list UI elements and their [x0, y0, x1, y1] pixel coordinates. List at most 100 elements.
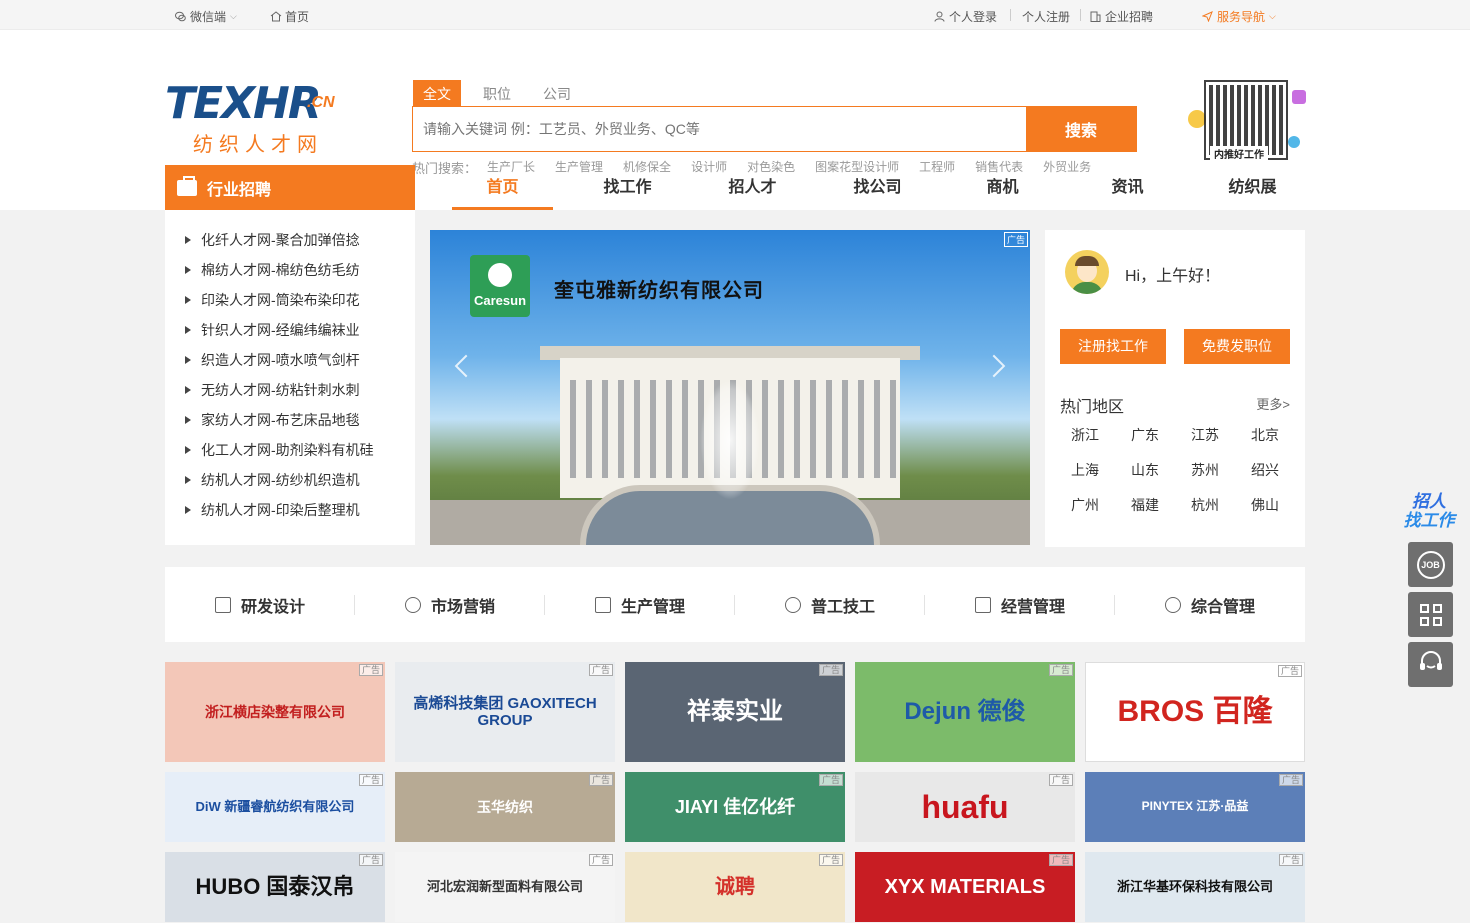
company-ad[interactable]: 河北宏润新型面料有限公司 广告 [395, 852, 615, 922]
wechat-label: 微信端 [190, 10, 227, 24]
company-ad[interactable]: JIAYI 佳亿化纤 广告 [625, 772, 845, 842]
ad-tag: 广告 [818, 774, 843, 786]
job-float-button[interactable]: JOB [1408, 542, 1453, 587]
category-item[interactable]: 家纺人才网-布艺床品地毯 [165, 408, 415, 438]
logo-domain: .CN [307, 94, 335, 111]
banner-carousel[interactable]: 广告 Caresun 奎屯雅新纺织有限公司 [430, 230, 1030, 545]
qrcode-float-button[interactable] [1408, 592, 1453, 637]
search-button[interactable]: 搜索 [1026, 107, 1136, 151]
customer-service-button[interactable] [1408, 642, 1453, 687]
area-item[interactable]: 杭州 [1175, 495, 1235, 515]
more-link[interactable]: 更多> [1256, 394, 1290, 413]
jobcat-label: 经营管理 [1000, 598, 1065, 616]
ad-tag: 广告 [588, 664, 613, 676]
ad-tag: 广告 [358, 664, 383, 676]
area-item[interactable]: 苏州 [1175, 460, 1235, 480]
area-item[interactable]: 广东 [1115, 425, 1175, 445]
post-job-button[interactable]: 免费发职位 [1184, 329, 1290, 364]
area-item[interactable]: 山东 [1115, 460, 1175, 480]
category-item[interactable]: 无纺人才网-纺粘针刺水刺 [165, 378, 415, 408]
area-item[interactable]: 佛山 [1235, 495, 1295, 515]
tab-position[interactable]: 职位 [473, 80, 521, 108]
nav-recruit[interactable]: 招人才 [690, 165, 815, 210]
logo-brand-a: TEX [165, 78, 255, 129]
register-link[interactable]: 个人注册 [1022, 8, 1070, 25]
company-ad[interactable]: PINYTEX 江苏·品益 广告 [1085, 772, 1305, 842]
enterprise-link[interactable]: 企业招聘 [1090, 8, 1153, 25]
search-tabs: 全文 职位 公司 [413, 80, 593, 108]
company-ad[interactable]: BROS 百隆 广告 [1085, 662, 1305, 762]
jobcat-marketing[interactable]: 市场营销 [355, 593, 545, 617]
nav-find-company[interactable]: 找公司 [815, 165, 940, 210]
briefcase-icon [177, 175, 197, 196]
company-ad[interactable]: 玉华纺织 广告 [395, 772, 615, 842]
company-ad[interactable]: Dejun 德俊 广告 [855, 662, 1075, 762]
nav-business[interactable]: 商机 [940, 165, 1065, 210]
company-ad[interactable]: 浙江横店染整有限公司 广告 [165, 662, 385, 762]
nav-news[interactable]: 资讯 [1065, 165, 1190, 210]
ad-tag: 广告 [588, 774, 613, 786]
login-link[interactable]: 个人登录 [934, 8, 997, 25]
category-item[interactable]: 棉纺人才网-棉纺色纺毛纺 [165, 258, 415, 288]
carousel-prev-icon[interactable] [454, 354, 478, 378]
tab-company[interactable]: 公司 [533, 80, 581, 108]
wechat-link[interactable]: 微信端 ⌵ [175, 8, 237, 25]
design-icon [214, 596, 231, 613]
area-item[interactable]: 江苏 [1175, 425, 1235, 445]
ad-tag: 广告 [1277, 665, 1302, 677]
company-ad[interactable]: HUBO 国泰汉帛 广告 [165, 852, 385, 922]
carousel-next-icon[interactable] [982, 354, 1006, 378]
company-ad[interactable]: 祥泰实业 广告 [625, 662, 845, 762]
divider [1010, 9, 1011, 21]
service-nav-menu[interactable]: 服务导航 ⌵ [1201, 8, 1276, 25]
user-icon [934, 11, 945, 22]
category-item[interactable]: 纺机人才网-印染后整理机 [165, 498, 415, 528]
company-ad[interactable]: XYX MATERIALS 广告 [855, 852, 1075, 922]
area-item[interactable]: 浙江 [1055, 425, 1115, 445]
company-ad[interactable]: huafu 广告 [855, 772, 1075, 842]
ad-tag: 广告 [1048, 854, 1073, 866]
ad-tag: 广告 [1048, 774, 1073, 786]
industry-recruit-button[interactable]: 行业招聘 [165, 165, 415, 210]
jobcat-technician[interactable]: 普工技工 [735, 593, 925, 617]
chart-icon [974, 596, 991, 613]
search-input[interactable] [413, 107, 1026, 151]
avatar [1065, 250, 1109, 294]
category-item[interactable]: 化工人才网-助剂染料有机硅 [165, 438, 415, 468]
category-item[interactable]: 印染人才网-筒染布染印花 [165, 288, 415, 318]
jobcat-general[interactable]: 综合管理 [1115, 593, 1305, 617]
area-item[interactable]: 广州 [1055, 495, 1115, 515]
tab-fulltext[interactable]: 全文 [413, 80, 461, 108]
ad-text: 祥泰实业 [687, 698, 783, 726]
jobcat-production[interactable]: 生产管理 [545, 593, 735, 617]
company-ad[interactable]: DiW 新疆睿航纺织有限公司 广告 [165, 772, 385, 842]
decoration [1288, 136, 1300, 148]
area-item[interactable]: 上海 [1055, 460, 1115, 480]
area-item[interactable]: 福建 [1115, 495, 1175, 515]
category-item[interactable]: 针织人才网-经编纬编袜业 [165, 318, 415, 348]
site-logo[interactable]: TEXHR .CN 纺织人才网 [165, 82, 345, 162]
company-ad[interactable]: 浙江华基环保科技有限公司 广告 [1085, 852, 1305, 922]
area-item[interactable]: 北京 [1235, 425, 1295, 445]
ad-grid: 浙江横店染整有限公司 广告 高烯科技集团 GAOXITECH GROUP 广告 祥泰… [165, 662, 1305, 923]
jobcat-operations[interactable]: 经营管理 [925, 593, 1115, 617]
area-item[interactable]: 绍兴 [1235, 460, 1295, 480]
jobcat-label: 市场营销 [430, 598, 495, 616]
home-link[interactable]: 首页 [270, 8, 309, 25]
category-item[interactable]: 纺机人才网-纺纱机织造机 [165, 468, 415, 498]
category-item[interactable]: 织造人才网-喷水喷气剑杆 [165, 348, 415, 378]
nav-expo[interactable]: 纺织展 [1190, 165, 1315, 210]
ad-tag: 广告 [818, 854, 843, 866]
company-ad[interactable]: 高烯科技集团 GAOXITECH GROUP 广告 [395, 662, 615, 762]
jobcat-rd-design[interactable]: 研发设计 [165, 593, 355, 617]
nav-find-job[interactable]: 找工作 [565, 165, 690, 210]
register-job-button[interactable]: 注册找工作 [1060, 329, 1166, 364]
company-ad[interactable]: 诚聘 广告 [625, 852, 845, 922]
ad-text: 诚聘 [715, 875, 755, 898]
category-list: 化纤人才网-聚合加弹倍捻 棉纺人才网-棉纺色纺毛纺 印染人才网-筒染布染印花 针… [165, 210, 415, 545]
building-icon [1090, 11, 1101, 22]
nav-home[interactable]: 首页 [440, 165, 565, 210]
recruit-promo-badge[interactable]: 招人 找工作 [1390, 492, 1468, 537]
category-item[interactable]: 化纤人才网-聚合加弹倍捻 [165, 228, 415, 258]
home-label: 首页 [285, 10, 310, 24]
